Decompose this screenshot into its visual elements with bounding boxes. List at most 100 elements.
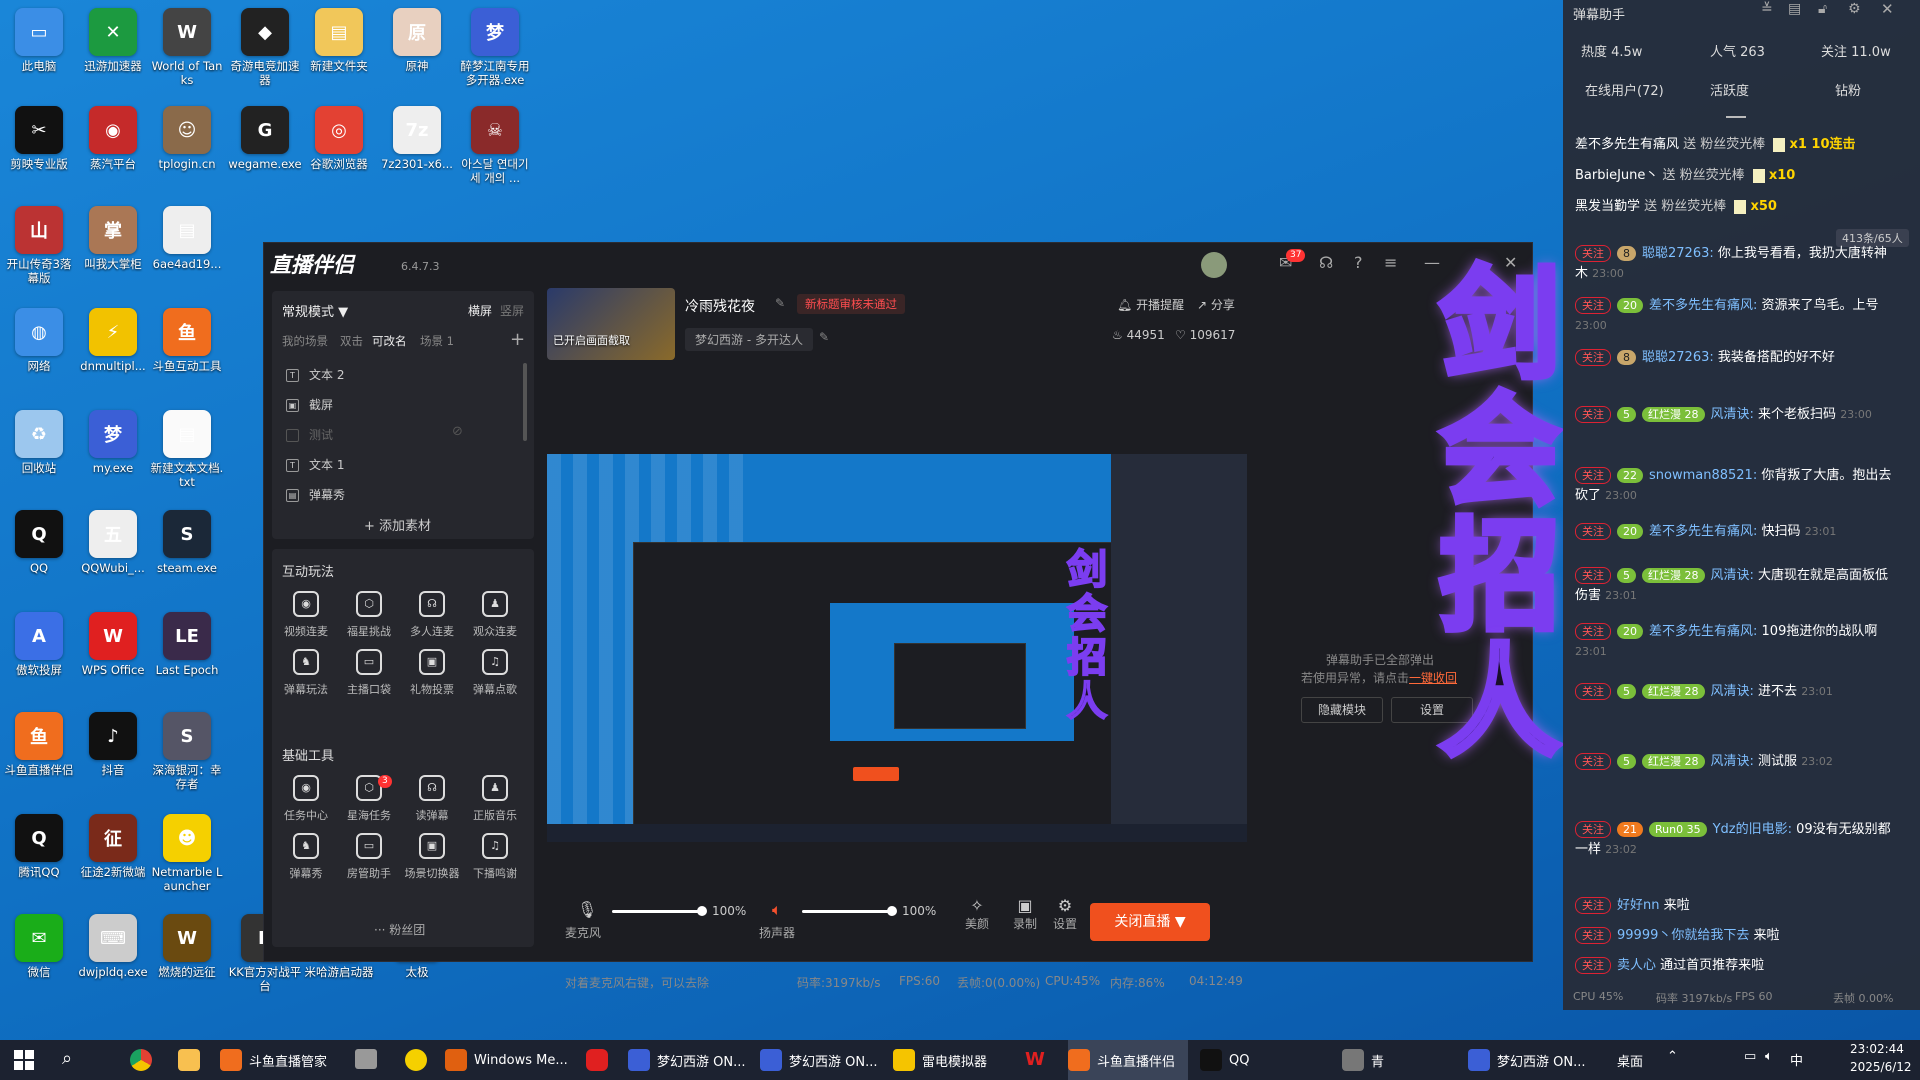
file-explorer-icon[interactable] [355, 1049, 377, 1069]
desktop-icon[interactable]: 梦 醉梦江南专用多开器.exe [458, 8, 532, 87]
scrollbar[interactable] [523, 363, 527, 441]
stop-stream-button[interactable]: 关闭直播 ▼ [1090, 903, 1210, 941]
network-icon[interactable]: ▭ [1744, 1049, 1756, 1064]
desktop-icon[interactable]: ✕ 迅游加速器 [76, 8, 150, 73]
desktop-icon[interactable]: W WPS Office [76, 612, 150, 677]
tool-button[interactable]: ⬡ 福星挑战 [339, 591, 399, 639]
desktop-icon[interactable]: 鱼 斗鱼直播伴侣 [2, 712, 76, 777]
tab-online[interactable]: 在线用户(72) [1585, 80, 1664, 99]
scene-tab-0[interactable]: 我的场景 [282, 333, 328, 349]
desktop-icon[interactable]: S 深海银河：幸存者 [150, 712, 224, 791]
taskbar-item[interactable]: 斗鱼直播管家 [220, 1040, 340, 1080]
tool-button[interactable]: ▣ 礼物投票 [402, 649, 462, 697]
follow-button[interactable]: 关注 [1575, 406, 1611, 423]
desktop-icon[interactable]: 鱼 斗鱼互动工具 [150, 308, 224, 373]
scene-item-4[interactable]: ▤ 弹幕秀 [286, 486, 345, 503]
tool-button[interactable]: ♫ 下播鸣谢 [465, 833, 525, 881]
desktop-icon[interactable]: 征 征途2新微端 [76, 814, 150, 879]
speaker-slider[interactable] [802, 910, 892, 913]
chrome-icon[interactable] [130, 1049, 152, 1071]
follow-button[interactable]: 关注 [1575, 523, 1611, 540]
taskbar-item[interactable]: 梦幻西游 ON... [760, 1040, 890, 1080]
desktop-icon[interactable]: ♻ 回收站 [2, 410, 76, 475]
desktop-icon[interactable]: W 燃烧的远征 [150, 914, 224, 979]
tool-button[interactable]: ▭ 主播口袋 [339, 649, 399, 697]
desktop-icon[interactable]: ▤ 6ae4ad19... [150, 206, 224, 271]
remind-button[interactable]: 🔔︎ 开播提醒 [1117, 296, 1184, 313]
share-button[interactable]: ↗ 分享 [1197, 296, 1235, 313]
tool-button[interactable]: ▣ 场景切换器 [402, 833, 462, 881]
scene-item-0[interactable]: T 文本 2 [286, 366, 344, 383]
follow-button[interactable]: 关注 [1575, 297, 1611, 314]
tab-activity[interactable]: 活跃度 [1710, 80, 1749, 99]
landscape-tab[interactable]: 横屏 [468, 302, 492, 319]
tool-button[interactable]: ♞ 弹幕秀 [276, 833, 336, 881]
fan-group-button[interactable]: ··· 粉丝团 [374, 921, 425, 938]
taskbar-item[interactable]: QQ [1200, 1040, 1280, 1080]
edit-title-icon[interactable]: ✎ [775, 296, 785, 310]
follow-button[interactable]: 关注 [1575, 897, 1611, 914]
lock-icon[interactable]: 🔓︎ [1818, 1, 1827, 17]
follow-button[interactable]: 关注 [1575, 349, 1611, 366]
tab-diamond[interactable]: 钻粉 [1835, 80, 1861, 99]
scene-tab-1[interactable]: 双击 [340, 333, 363, 349]
taskbar-item[interactable]: 青 [1342, 1040, 1402, 1080]
headset-icon[interactable]: ☊ [1319, 253, 1333, 272]
desktop-icon[interactable]: A 傲软投屏 [2, 612, 76, 677]
edit-category-icon[interactable]: ✎ [819, 330, 829, 344]
hide-module-button[interactable]: 隐藏模块 [1301, 697, 1383, 723]
room-category[interactable]: 梦幻西游 - 多开达人 [685, 328, 813, 351]
taskbar-item[interactable]: 梦幻西游 ON... [628, 1040, 758, 1080]
desktop-icon[interactable]: ⚡ dnmultipl... [76, 308, 150, 373]
follow-button[interactable]: 关注 [1575, 567, 1611, 584]
desktop-icon[interactable]: ◍ 网络 [2, 308, 76, 373]
minimize-icon[interactable]: — [1424, 253, 1440, 272]
help-icon[interactable]: ? [1354, 253, 1363, 272]
close-icon[interactable]: ✕ [1881, 0, 1894, 18]
desktop-icon[interactable]: ☠ 아스달 연대기 세 개의 ... [458, 106, 532, 185]
desktop-icon[interactable]: S steam.exe [150, 510, 224, 575]
beauty-button[interactable]: ✧ 美颜 [965, 896, 989, 932]
desktop-icon[interactable]: 7z 7z2301-x6... [380, 106, 454, 171]
scene-item-2[interactable]: 测试 [286, 426, 333, 443]
desktop-icon[interactable]: ⌨ dwjpldq.exe [76, 914, 150, 979]
menu-icon[interactable]: ≡ [1384, 253, 1397, 272]
add-scene-icon[interactable]: + [510, 329, 525, 350]
desktop-icon[interactable]: G wegame.exe [228, 106, 302, 171]
filter-icon[interactable]: ≚ [1761, 1, 1773, 17]
mic-slider[interactable] [612, 910, 702, 913]
desktop-icon[interactable]: ▭ 此电脑 [2, 8, 76, 73]
desktop-icon[interactable]: ✉ 微信 [2, 914, 76, 979]
avatar[interactable] [1201, 252, 1227, 278]
desktop-icon[interactable]: 梦 my.exe [76, 410, 150, 475]
desktop-icon[interactable]: 山 开山传奇3落幕版 [2, 206, 76, 285]
scene-tab-3[interactable]: 场景 1 [420, 333, 454, 349]
desktop-icon[interactable]: 掌 叫我大掌柜 [76, 206, 150, 271]
settings-button[interactable]: ⚙ 设置 [1053, 896, 1077, 932]
speaker-icon[interactable]: 🔈︎ [772, 900, 782, 920]
desktop-icon[interactable]: ▤ 新建文本文档.txt [150, 410, 224, 489]
desktop-icon[interactable]: 五 QQWubi_... [76, 510, 150, 575]
desktop-icon[interactable]: ☻ Netmarble Launcher [150, 814, 224, 893]
desktop-icon[interactable]: Q 腾讯QQ [2, 814, 76, 879]
tool-button[interactable]: ♟ 观众连麦 [465, 591, 525, 639]
room-cover[interactable]: 已开启画面截取 [547, 288, 675, 360]
tool-button[interactable]: ☊ 多人连麦 [402, 591, 462, 639]
tool-button[interactable]: ◉ 视频连麦 [276, 591, 336, 639]
stream-preview[interactable]: 剑会招人 [547, 454, 1247, 842]
taskbar-item[interactable]: 梦幻西游 ON... [1468, 1040, 1598, 1080]
tool-button[interactable]: ☊ 读弹幕 [402, 775, 462, 823]
tool-button[interactable]: ♞ 弹幕玩法 [276, 649, 336, 697]
follow-button[interactable]: 关注 [1575, 753, 1611, 770]
tray-expand-icon[interactable]: ⌃ [1667, 1049, 1678, 1064]
tool-button[interactable]: ◉ 任务中心 [276, 775, 336, 823]
desktop-icon[interactable]: 原 原神 [380, 8, 454, 73]
mode-select[interactable]: 常规模式 ▼ [282, 301, 348, 320]
desktop-icon[interactable]: Q QQ [2, 510, 76, 575]
follow-button[interactable]: 关注 [1575, 821, 1611, 838]
record-button[interactable]: ▣ 录制 [1013, 896, 1037, 932]
gear-icon[interactable]: ⚙ [1848, 1, 1861, 17]
follow-button[interactable]: 关注 [1575, 623, 1611, 640]
desk-label[interactable]: 桌面 [1617, 1051, 1643, 1070]
follow-button[interactable]: 关注 [1575, 927, 1611, 944]
